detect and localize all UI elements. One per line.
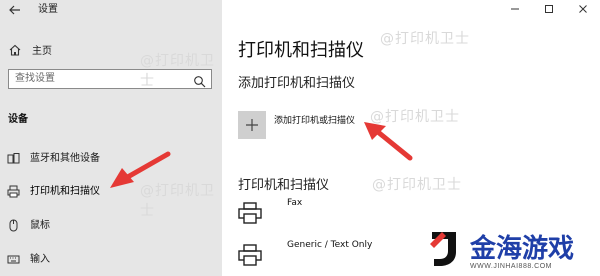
sidebar-item-label: 输入 xyxy=(30,253,50,265)
mouse-icon xyxy=(7,217,20,231)
title-bar: 设置 xyxy=(0,0,222,20)
sidebar-item-label: 蓝牙和其他设备 xyxy=(30,152,100,164)
printer-icon xyxy=(238,202,262,224)
watermark: @打印机卫士 xyxy=(372,177,462,193)
page-title: 打印机和扫描仪 xyxy=(238,40,364,61)
add-section-heading: 添加打印机和扫描仪 xyxy=(238,76,356,91)
watermark: @打印机卫士 xyxy=(140,53,215,89)
sidebar: 设置 主页 查找设置 设备 蓝牙和其他设备 打印机和扫描仪 鼠标 输入 @打印机… xyxy=(0,0,222,276)
logo-brand-text: 金海游戏 xyxy=(470,234,575,264)
minimize-icon[interactable] xyxy=(498,0,532,18)
sidebar-item-typing[interactable]: 输入 xyxy=(0,246,222,268)
app-title: 设置 xyxy=(38,4,58,15)
add-printer-button[interactable] xyxy=(238,111,266,139)
printer-item-fax[interactable]: Fax xyxy=(238,198,498,228)
section-heading-devices: 设备 xyxy=(8,114,28,125)
watermark: @打印机卫士 xyxy=(140,183,215,219)
back-arrow-icon[interactable] xyxy=(8,3,22,17)
watermark: @打印机卫士 xyxy=(370,109,460,125)
plus-icon xyxy=(246,119,258,131)
logo-url-text: WWW.JINHAI888.COM xyxy=(470,263,553,270)
watermark: @打印机卫士 xyxy=(380,31,470,47)
close-icon[interactable] xyxy=(566,0,600,18)
maximize-icon[interactable] xyxy=(532,0,566,18)
keyboard-icon xyxy=(7,251,20,264)
printer-name: Generic / Text Only xyxy=(287,240,373,250)
add-printer-label[interactable]: 添加打印机或扫描仪 xyxy=(274,113,355,126)
logo-j-icon xyxy=(430,232,456,266)
printer-icon xyxy=(238,244,262,266)
printer-list-heading: 打印机和扫描仪 xyxy=(238,178,330,193)
window-controls xyxy=(498,0,600,18)
nav-home[interactable]: 主页 xyxy=(8,40,52,58)
sidebar-item-bluetooth[interactable]: 蓝牙和其他设备 xyxy=(0,145,222,167)
sidebar-item-label: 鼠标 xyxy=(30,219,50,231)
search-placeholder: 查找设置 xyxy=(15,73,55,84)
printer-name: Fax xyxy=(287,198,303,208)
brand-logo: 金海游戏 WWW.JINHAI888.COM xyxy=(426,226,596,274)
home-icon xyxy=(8,42,22,56)
bluetooth-devices-icon xyxy=(7,150,20,163)
sidebar-item-label: 打印机和扫描仪 xyxy=(30,185,100,197)
nav-home-label: 主页 xyxy=(32,45,52,57)
printer-icon xyxy=(7,183,20,197)
